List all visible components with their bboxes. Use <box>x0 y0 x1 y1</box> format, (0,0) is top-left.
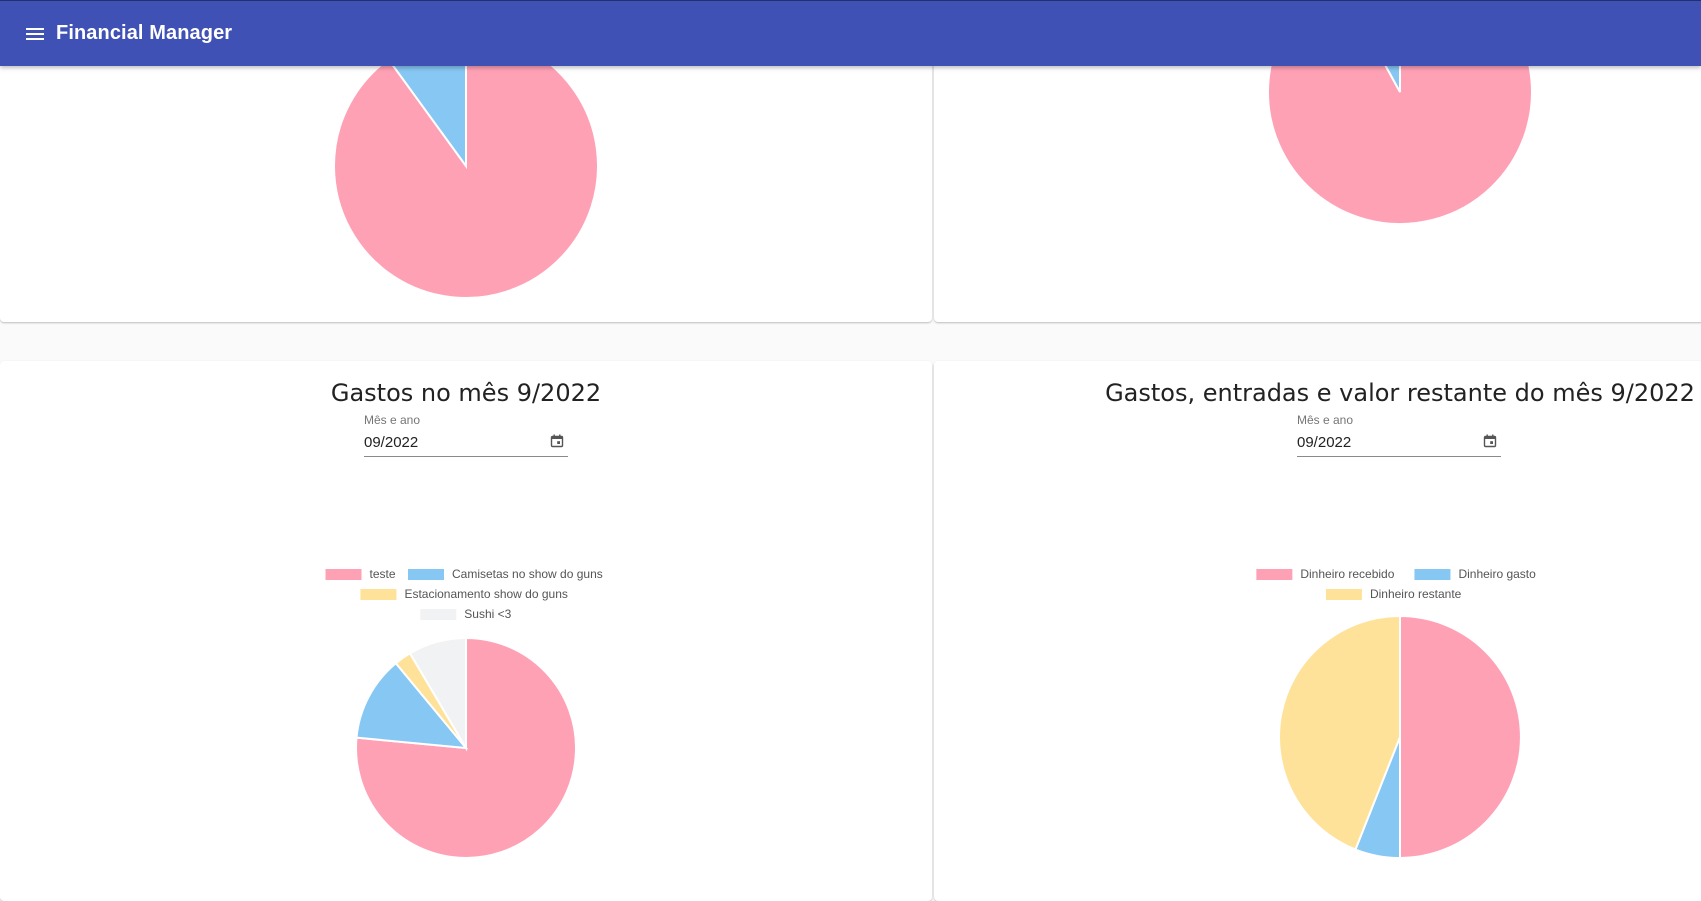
menu-icon[interactable] <box>20 20 48 48</box>
legend-item[interactable]: Camisetas no show do guns <box>408 567 603 581</box>
legend-item[interactable]: Dinheiro recebido <box>1256 567 1395 581</box>
expenses-pie-chart: teste Camisetas no show do guns Estacionam… <box>325 567 603 859</box>
legend-swatch <box>1325 589 1362 600</box>
legend-swatch <box>420 609 457 620</box>
legend-item[interactable]: Dinheiro restante <box>1325 587 1462 601</box>
legend-label: Sushi <3 <box>464 607 511 621</box>
summary-chart-card: Gastos, entradas e valor restante do mês… <box>934 361 1701 901</box>
legend-label: Estacionamento show do guns <box>404 587 567 601</box>
legend-label: teste <box>370 567 396 581</box>
legend-label: Dinheiro gasto <box>1458 567 1536 581</box>
legend-swatch <box>360 589 397 600</box>
summary-pie-chart: Dinheiro recebido Dinheiro gasto Dinheiro … <box>1256 567 1536 860</box>
legend-swatch <box>1414 569 1451 580</box>
summary-slice-0[interactable] <box>1399 614 1522 860</box>
app-bar: Financial Manager <box>0 0 1701 66</box>
legend-swatch <box>408 569 444 580</box>
legend-item[interactable]: Sushi <3 <box>420 607 512 621</box>
legend-swatch <box>325 569 362 580</box>
legend-item[interactable]: Estacionamento show do guns <box>360 587 568 601</box>
legend-label: Dinheiro restante <box>1370 587 1462 601</box>
app-title: Financial Manager <box>56 22 233 44</box>
legend-label: Dinheiro recebido <box>1300 567 1394 581</box>
legend-label: Camisetas no show do guns <box>452 567 603 581</box>
legend-swatch <box>1256 569 1293 580</box>
legend-item[interactable]: Dinheiro gasto <box>1414 567 1536 581</box>
legend-item[interactable]: teste <box>325 567 396 581</box>
expenses-chart-card: Gastos no mês 9/2022 Mês e ano testeCami… <box>0 361 932 901</box>
